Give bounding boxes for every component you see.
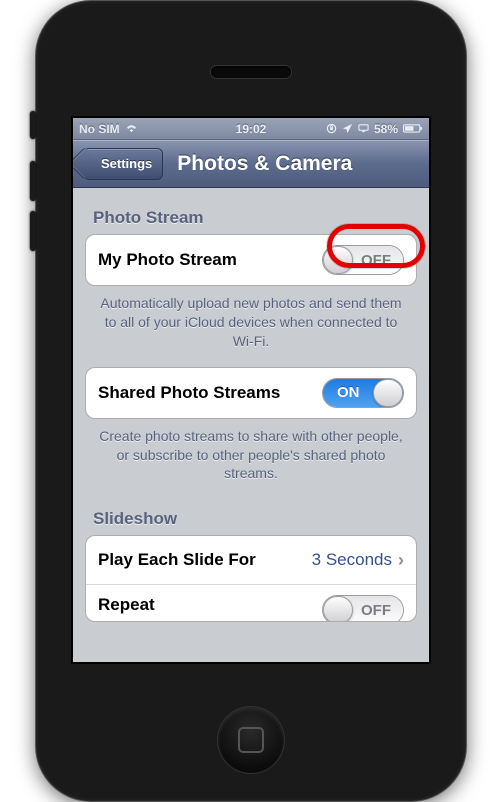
shared-streams-label: Shared Photo Streams <box>98 383 322 403</box>
toggle-knob <box>373 379 403 407</box>
shared-streams-footer: Create photo streams to share with other… <box>85 419 417 500</box>
page-title: Photos & Camera <box>163 152 419 176</box>
repeat-toggle[interactable]: OFF <box>322 595 404 621</box>
play-each-slide-label: Play Each Slide For <box>98 550 312 570</box>
toggle-state-text: OFF <box>361 602 391 619</box>
shared-streams-toggle[interactable]: ON <box>322 378 404 408</box>
orientation-lock-icon <box>326 123 337 134</box>
row-repeat[interactable]: Repeat OFF <box>86 584 416 621</box>
my-photo-stream-footer: Automatically upload new photos and send… <box>85 286 417 367</box>
airplay-icon <box>358 123 369 134</box>
screen: No SIM 19:02 58% <box>71 116 431 664</box>
toggle-state-text: ON <box>337 384 360 401</box>
navigation-bar: Settings Photos & Camera <box>73 140 429 188</box>
battery-icon <box>403 123 423 134</box>
repeat-label: Repeat <box>98 595 322 615</box>
back-button[interactable]: Settings <box>83 148 163 180</box>
volume-up-button[interactable] <box>30 161 36 201</box>
group-slideshow: Play Each Slide For 3 Seconds › Repeat O… <box>85 535 417 622</box>
status-bar: No SIM 19:02 58% <box>73 118 429 140</box>
play-each-slide-value: 3 Seconds <box>312 550 392 570</box>
row-my-photo-stream[interactable]: My Photo Stream OFF <box>86 235 416 285</box>
toggle-knob <box>323 246 353 274</box>
location-icon <box>342 123 353 134</box>
my-photo-stream-toggle[interactable]: OFF <box>322 245 404 275</box>
my-photo-stream-label: My Photo Stream <box>98 250 322 270</box>
back-button-label: Settings <box>101 156 152 171</box>
volume-down-button[interactable] <box>30 211 36 251</box>
group-shared-streams: Shared Photo Streams ON <box>85 367 417 419</box>
row-play-each-slide[interactable]: Play Each Slide For 3 Seconds › <box>86 536 416 584</box>
toggle-knob <box>323 596 353 621</box>
row-shared-photo-streams[interactable]: Shared Photo Streams ON <box>86 368 416 418</box>
home-button[interactable] <box>218 707 284 773</box>
battery-percent-label: 58% <box>374 122 398 136</box>
wifi-icon <box>126 123 137 134</box>
earpiece-speaker <box>211 66 291 78</box>
toggle-state-text: OFF <box>361 252 391 269</box>
group-my-photo-stream: My Photo Stream OFF <box>85 234 417 286</box>
settings-content: Photo Stream My Photo Stream OFF Automat… <box>73 188 429 662</box>
mute-switch[interactable] <box>30 111 36 139</box>
section-header-slideshow: Slideshow <box>85 499 417 535</box>
iphone-device-frame: No SIM 19:02 58% <box>36 1 466 801</box>
chevron-right-icon: › <box>398 550 404 571</box>
carrier-label: No SIM <box>79 122 120 136</box>
section-header-photo-stream: Photo Stream <box>85 198 417 234</box>
